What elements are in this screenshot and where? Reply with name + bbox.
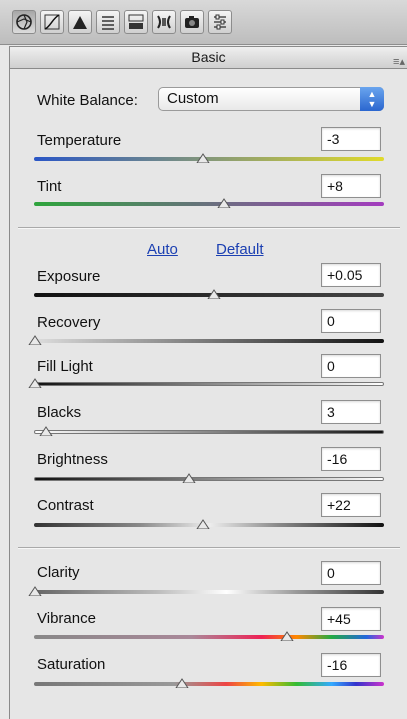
clarity-slider-track[interactable]: [34, 590, 384, 594]
clarity-slider-thumb[interactable]: [28, 586, 42, 596]
contrast-slider-thumb[interactable]: [196, 519, 210, 529]
lens-icon: [157, 15, 171, 29]
hsl-tab[interactable]: [96, 10, 120, 34]
detail-triangle-icon: [73, 16, 87, 29]
lens-corrections-tab[interactable]: [152, 10, 176, 34]
saturation-value-field[interactable]: -16: [321, 653, 381, 677]
fill-light-slider-thumb[interactable]: [28, 378, 42, 388]
temperature-slider-thumb[interactable]: [196, 153, 210, 163]
saturation-label: Saturation: [37, 656, 106, 673]
clarity-value-field[interactable]: 0: [321, 561, 381, 585]
saturation-slider-thumb[interactable]: [175, 678, 189, 688]
saturation-slider-track[interactable]: [34, 682, 384, 686]
panel-title: Basic: [191, 49, 226, 65]
blacks-value-field[interactable]: 3: [321, 400, 381, 424]
white-balance-label: White Balance:: [37, 92, 138, 109]
fill-light-slider-track[interactable]: [34, 382, 384, 386]
contrast-label: Contrast: [37, 497, 94, 514]
brightness-label: Brightness: [37, 451, 108, 468]
aperture-icon: [16, 14, 32, 30]
recovery-value-field[interactable]: 0: [321, 309, 381, 333]
tone-curve-icon: [44, 14, 60, 30]
fill-light-value-field[interactable]: 0: [321, 354, 381, 378]
contrast-value-field[interactable]: +22: [321, 493, 381, 517]
presets-icon: [214, 14, 226, 30]
camera-calibration-tab[interactable]: [180, 10, 204, 34]
auto-link[interactable]: Auto: [147, 241, 178, 258]
presets-tab[interactable]: [208, 10, 232, 34]
panel-header: Basic ≡▴: [9, 46, 407, 69]
recovery-label: Recovery: [37, 314, 101, 331]
blacks-label: Blacks: [37, 404, 82, 421]
brightness-value-field[interactable]: -16: [321, 447, 381, 471]
fill-light-label: Fill Light: [37, 358, 93, 375]
white-balance-value: Custom: [167, 90, 219, 107]
tone-curve-tab[interactable]: [40, 10, 64, 34]
divider: [18, 227, 400, 229]
tint-label: Tint: [37, 178, 62, 195]
detail-tab[interactable]: [68, 10, 92, 34]
basic-tab[interactable]: [12, 10, 36, 34]
camera-icon: [185, 16, 199, 28]
basic-panel: White Balance: Custom ▲ ▼ Temperature -3 …: [9, 69, 407, 719]
brightness-slider-track[interactable]: [34, 477, 384, 481]
exposure-slider-thumb[interactable]: [206, 289, 221, 299]
white-balance-select[interactable]: Custom ▲ ▼: [158, 87, 384, 111]
tint-slider-track[interactable]: [34, 202, 384, 206]
vibrance-label: Vibrance: [37, 610, 96, 627]
vibrance-value-field[interactable]: +45: [321, 607, 381, 631]
split-toning-icon: [128, 14, 144, 29]
divider: [18, 547, 400, 549]
default-link[interactable]: Default: [216, 241, 264, 258]
split-toning-tab[interactable]: [124, 10, 148, 34]
blacks-slider-track[interactable]: [34, 430, 384, 434]
recovery-slider-track[interactable]: [34, 339, 384, 343]
hsl-bars-icon: [102, 16, 114, 30]
tint-value-field[interactable]: +8: [321, 174, 381, 198]
select-arrows-icon: ▲ ▼: [360, 87, 384, 111]
vibrance-slider-track[interactable]: [34, 635, 384, 639]
exposure-value-field[interactable]: +0.05: [321, 263, 381, 287]
recovery-slider-thumb[interactable]: [28, 335, 42, 345]
exposure-label: Exposure: [37, 268, 101, 285]
temperature-label: Temperature: [37, 132, 122, 149]
brightness-slider-thumb[interactable]: [182, 473, 196, 483]
vibrance-slider-thumb[interactable]: [280, 631, 294, 641]
temperature-value-field[interactable]: -3: [321, 127, 381, 151]
blacks-slider-thumb[interactable]: [38, 426, 53, 436]
clarity-label: Clarity: [37, 564, 80, 581]
tint-slider-thumb[interactable]: [217, 198, 231, 208]
panel-toolbar: [0, 0, 407, 45]
